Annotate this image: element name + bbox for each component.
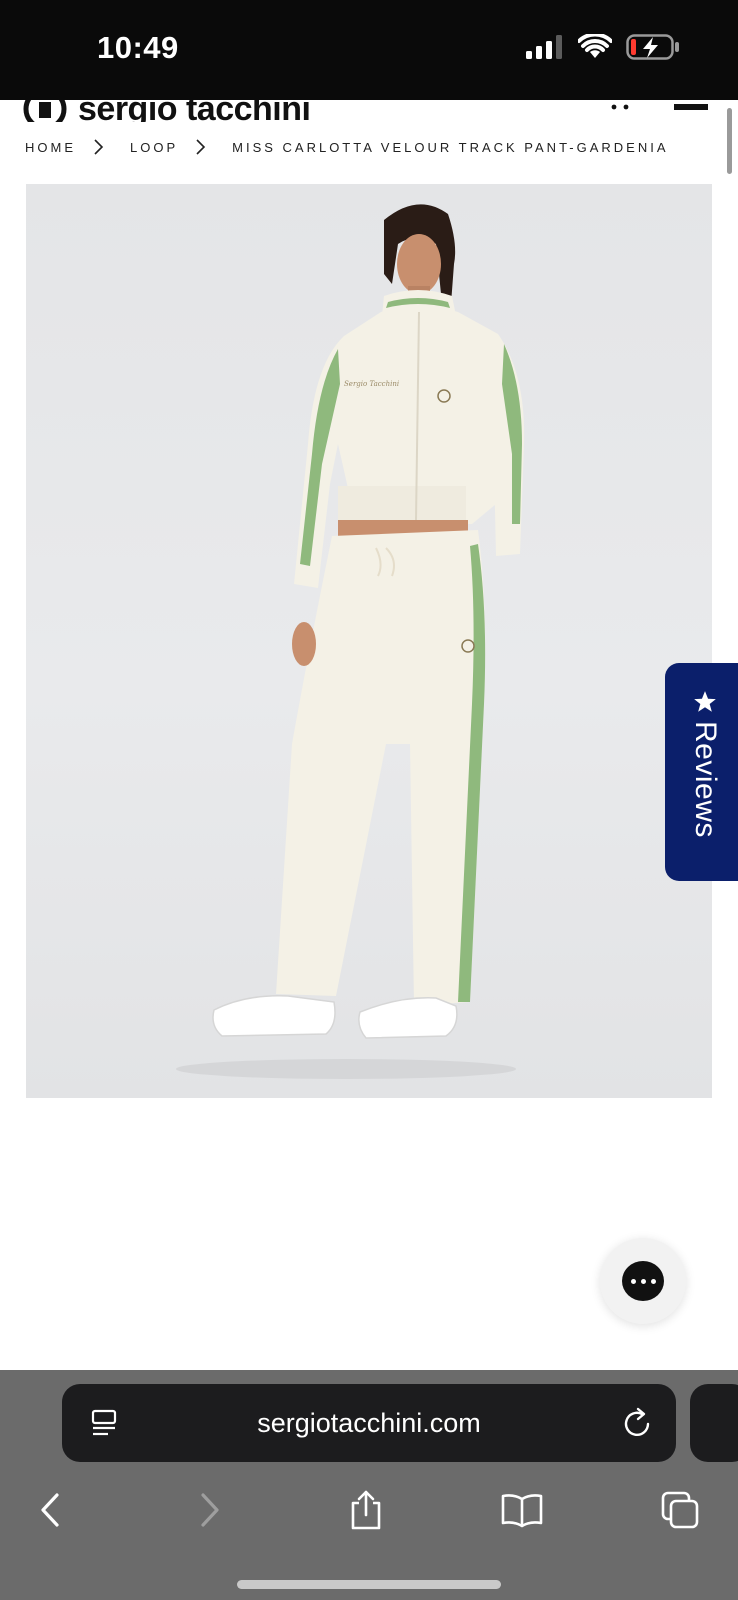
bookmarks-icon (501, 1494, 543, 1528)
browser-toolbar (0, 1482, 738, 1542)
battery-charging-icon (626, 34, 679, 60)
site-header: sergio tacchini (0, 100, 738, 122)
model-photo (176, 204, 525, 1079)
browser-bottom-bar: sergiotacchini.com (0, 1370, 738, 1600)
chat-bubble-icon (622, 1261, 664, 1301)
account-icon[interactable] (608, 100, 634, 114)
reviews-tab-content: Reviews (683, 689, 727, 859)
tabs-button[interactable] (650, 1482, 710, 1538)
bookmarks-button[interactable] (492, 1482, 552, 1538)
breadcrumb-home[interactable]: HOME (25, 140, 76, 155)
breadcrumb: HOME LOOP MISS CARLOTTA VELOUR TRACK PAN… (25, 139, 669, 155)
status-icons (526, 34, 680, 60)
next-tab-preview[interactable] (690, 1384, 738, 1462)
back-button[interactable] (20, 1482, 80, 1538)
status-bar: 10:49 (0, 0, 738, 100)
breadcrumb-loop[interactable]: LOOP (130, 140, 178, 155)
header-icons (608, 100, 708, 114)
reviews-tab[interactable]: Reviews (665, 663, 738, 881)
reviews-label: Reviews (689, 721, 722, 838)
brand-logo-text: sergio tacchini (78, 100, 311, 122)
chevron-right-icon (196, 139, 206, 155)
status-time: 10:49 (97, 30, 179, 65)
reload-icon[interactable] (622, 1406, 654, 1440)
chevron-right-icon (94, 139, 104, 155)
url-text: sergiotacchini.com (257, 1408, 481, 1438)
forward-button[interactable] (180, 1482, 240, 1538)
cellular-signal-icon (526, 35, 562, 59)
jacket-script-text: Sergio Tacchini (344, 380, 400, 388)
brand-logo[interactable]: sergio tacchini (22, 100, 311, 122)
cart-icon[interactable] (674, 100, 708, 114)
share-icon (351, 1490, 381, 1530)
home-indicator[interactable] (237, 1580, 501, 1589)
tabs-icon (661, 1491, 699, 1529)
share-button[interactable] (336, 1482, 396, 1538)
breadcrumb-current: MISS CARLOTTA VELOUR TRACK PANT-GARDENIA (232, 139, 669, 155)
star-icon (694, 691, 716, 712)
page-scrollbar[interactable] (727, 108, 732, 174)
product-image[interactable]: Sergio Tacchini (26, 184, 712, 1098)
chat-button[interactable] (600, 1238, 686, 1324)
back-icon (41, 1493, 59, 1527)
brand-emblem-icon (23, 100, 67, 122)
address-bar[interactable]: sergiotacchini.com (62, 1384, 676, 1462)
wifi-icon (578, 34, 612, 58)
forward-icon (201, 1493, 219, 1527)
